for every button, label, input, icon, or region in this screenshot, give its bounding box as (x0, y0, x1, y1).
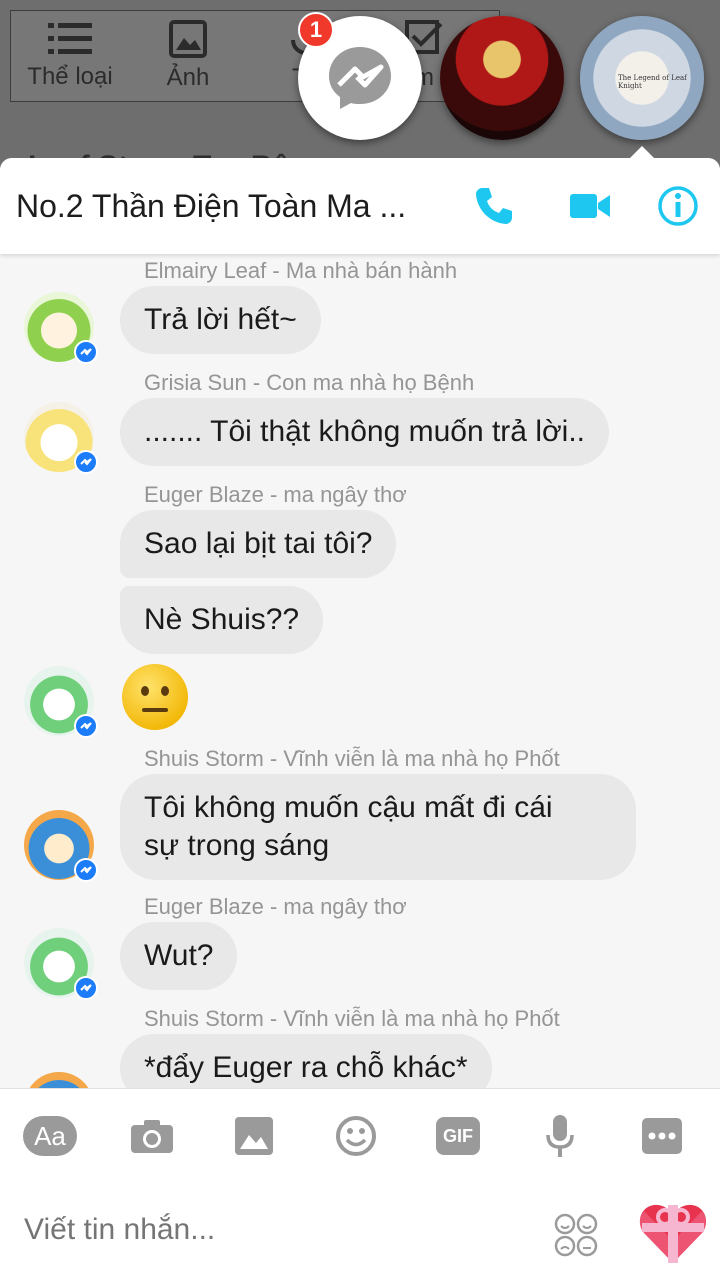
camera-icon (131, 1120, 173, 1153)
message-sender: Grisia Sun - Con ma nhà họ Bệnh (144, 370, 475, 395)
message-bubble[interactable]: Wut? (120, 922, 238, 990)
messenger-badge-icon (74, 450, 98, 474)
chat-head-group-avatar[interactable]: The Legend of Leaf Knight (580, 16, 704, 140)
image-label: Ảnh (166, 64, 210, 91)
voice-button[interactable] (530, 1111, 590, 1161)
call-button[interactable] (472, 184, 516, 228)
image-icon (169, 20, 207, 58)
avatar[interactable] (24, 292, 98, 364)
sticker-button[interactable] (554, 1213, 598, 1257)
active-head-pointer (628, 146, 656, 160)
info-icon (658, 186, 698, 226)
avatar[interactable] (24, 928, 98, 1000)
image-tool[interactable]: Ảnh (129, 11, 247, 101)
text-format-button[interactable]: Aa (22, 1111, 78, 1161)
message-bubble[interactable]: Trả lời hết~ (120, 286, 321, 354)
more-icon (642, 1118, 682, 1154)
message-input[interactable] (24, 1213, 524, 1247)
neutral-face-emoji-icon[interactable] (122, 664, 188, 730)
message-bubble[interactable]: Sao lại bịt tai tôi? (120, 510, 397, 578)
message-line: sự trong sáng (144, 829, 330, 862)
more-options-button[interactable] (632, 1111, 692, 1161)
smiley-icon (336, 1116, 376, 1156)
gif-button[interactable]: GIF (428, 1111, 488, 1161)
message-bubble[interactable]: Nè Shuis?? (120, 586, 324, 654)
aa-icon: Aa (23, 1116, 77, 1156)
messenger-badge-icon (74, 714, 98, 738)
camera-button[interactable] (122, 1111, 182, 1161)
avatar[interactable] (24, 1072, 94, 1088)
messenger-badge-icon (74, 858, 98, 882)
microphone-icon (546, 1115, 574, 1157)
unread-badge: 1 (298, 12, 334, 48)
avatar[interactable] (24, 810, 98, 882)
avatar[interactable] (24, 402, 98, 474)
messenger-icon (329, 47, 391, 109)
message-sender: Elmairy Leaf - Ma nhà bán hành (144, 258, 458, 283)
info-button[interactable] (656, 184, 700, 228)
message-composer: Aa GIF (0, 1088, 720, 1280)
message-sender: Shuis Storm - Vĩnh viễn là ma nhà họ Phố… (144, 1006, 560, 1031)
message-sender: Euger Blaze - ma ngây thơ (144, 894, 407, 919)
chat-head-red-avatar[interactable] (440, 16, 564, 140)
message-bubble[interactable]: Tôi không muốn cậu mất đi cái sự trong s… (120, 774, 636, 880)
avatar[interactable] (24, 666, 98, 738)
category-label: Thể loại (27, 63, 113, 90)
messenger-badge-icon (74, 340, 98, 364)
message-sender: Euger Blaze - ma ngây thơ (144, 482, 407, 507)
video-camera-icon (570, 194, 610, 218)
gift-heart-icon (639, 1204, 707, 1263)
video-call-button[interactable] (568, 184, 612, 228)
category-tool[interactable]: Thể loại (11, 11, 129, 101)
list-icon (48, 23, 92, 54)
art-caption: The Legend of Leaf Knight (618, 74, 687, 90)
phone-icon (476, 188, 512, 224)
message-bubble[interactable]: *đẩy Euger ra chỗ khác* (120, 1034, 492, 1088)
message-bubble[interactable]: ....... Tôi thật không muốn trả lời.. (120, 398, 609, 466)
gallery-button[interactable] (224, 1111, 284, 1161)
image-icon (235, 1117, 273, 1155)
emoji-button[interactable] (326, 1111, 386, 1161)
stickers-icon (554, 1213, 598, 1257)
message-line: Tôi không muốn cậu mất đi cái (144, 791, 553, 824)
chat-header: No.2 Thần Điện Toàn Ma ... (0, 158, 720, 254)
background-toolbar: Thể loại Ảnh Th m (10, 10, 500, 102)
gif-icon: GIF (436, 1117, 480, 1155)
gift-heart-button[interactable] (638, 1199, 708, 1265)
message-sender: Shuis Storm - Vĩnh viễn là ma nhà họ Phố… (144, 746, 560, 771)
messenger-badge-icon (74, 976, 98, 1000)
chat-title[interactable]: No.2 Thần Điện Toàn Ma ... (16, 188, 406, 225)
chat-panel: No.2 Thần Điện Toàn Ma ... Elmairy Leaf … (0, 158, 720, 1280)
message-list[interactable]: Elmairy Leaf - Ma nhà bán hành Trả lời h… (0, 254, 720, 1088)
